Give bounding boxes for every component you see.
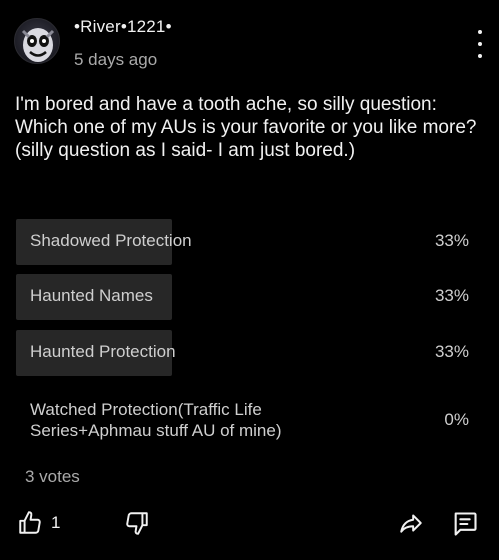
like-button[interactable]: 1 [17,510,60,536]
post-text: I'm bored and have a tooth ache, so sill… [15,94,477,161]
poll-option-label: Haunted Names [30,286,153,305]
poll-option-label: Shadowed Protection [30,231,192,250]
poll-option-percent: 0% [444,410,469,429]
poll-option[interactable]: Haunted Protection 33% [16,330,485,376]
share-button[interactable] [397,510,425,536]
thumbs-down-icon [126,512,148,535]
poll-option-percent: 33% [434,342,469,361]
poll-option-label: Haunted Protection [30,342,176,361]
avatar[interactable] [14,18,60,64]
poll-option-percent: 33% [434,286,469,305]
vote-count: 3 votes [25,467,80,486]
thumbs-up-icon [19,511,41,534]
comment-button[interactable] [451,510,479,538]
post-body: I'm bored and have a tooth ache, so sill… [15,93,491,162]
poll-option[interactable]: Haunted Names 33% [16,274,485,320]
comment-icon [454,512,477,536]
poll-option[interactable]: Shadowed Protection 33% [16,219,485,265]
poll-option-percent: 33% [434,231,469,250]
dislike-button[interactable] [124,510,150,536]
author-name[interactable]: •River•1221• [74,17,172,37]
avatar-image [21,28,55,62]
like-count: 1 [51,513,61,532]
more-vert-icon[interactable] [470,30,490,58]
poll-option-label: Watched Protection(Traffic Life Series+A… [30,400,282,440]
share-icon [400,514,422,533]
post-timestamp: 5 days ago [74,50,158,69]
